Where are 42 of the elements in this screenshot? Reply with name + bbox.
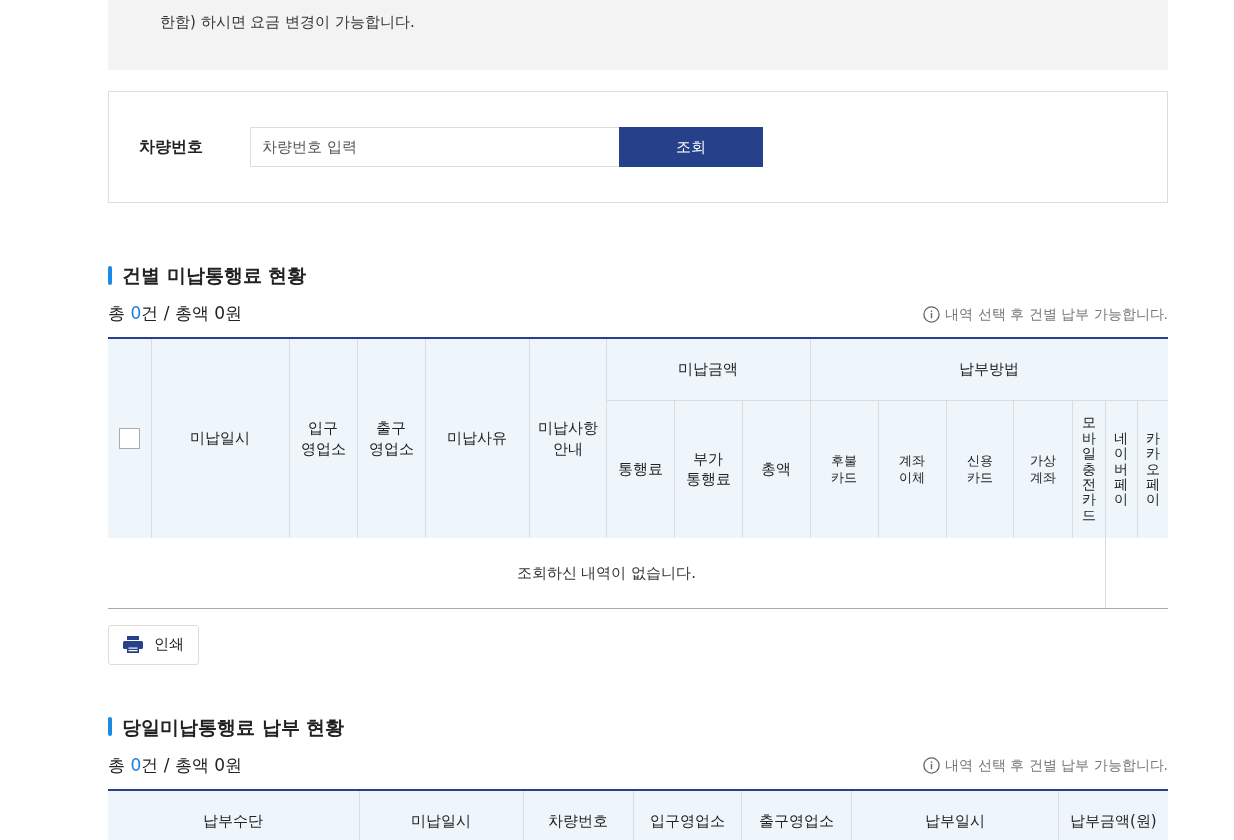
column-header: 미납사유 — [425, 338, 529, 538]
column-header: 미납일시 — [151, 338, 289, 538]
column-header: 신용 카드 — [946, 400, 1014, 538]
title-bar-icon — [108, 265, 112, 285]
column-header: 차량번호 — [523, 789, 633, 840]
column-header: 납부일시 — [851, 789, 1058, 840]
notice-text: 한함) 하시면 요금 변경이 가능합니다. — [160, 12, 416, 33]
column-header: 입구 영업소 — [289, 338, 357, 538]
column-header: 부가 통행료 — [674, 400, 742, 538]
column-header: 납부수단 — [108, 789, 359, 840]
hint-text: 내역 선택 후 건별 납부 가능합니다. — [945, 304, 1168, 324]
column-header: 입구영업소 — [633, 789, 741, 840]
column-header: 모바일충전카드 — [1072, 400, 1106, 538]
column-header: 통행료 — [606, 400, 674, 538]
printer-icon — [123, 636, 143, 653]
section-title: 당일미납통행료 납부 현황 — [122, 714, 345, 740]
section-title: 건별 미납통행료 현황 — [122, 263, 307, 288]
search-label: 차량번호 — [139, 136, 204, 158]
title-bar-icon — [108, 717, 112, 736]
column-header: 미납일시 — [359, 789, 523, 840]
column-header: 납부금액(원) — [1058, 789, 1168, 840]
info-icon — [923, 757, 941, 774]
plate-number-field[interactable]: 차량번호 입력 — [250, 127, 619, 167]
column-header: 미납사항 안내 — [529, 338, 606, 538]
hint-text: 내역 선택 후 건별 납부 가능합니다. — [945, 756, 1168, 775]
select-all-checkbox[interactable] — [118, 428, 140, 449]
print-button[interactable]: 인쇄 — [108, 624, 199, 665]
column-header: 계좌 이체 — [878, 400, 947, 538]
column-header: 출구 영업소 — [357, 338, 425, 538]
empty-message: 조회하신 내역이 없습니다. — [516, 563, 696, 582]
search-button[interactable]: 조회 — [619, 127, 763, 167]
column-header: 가상 계좌 — [1013, 400, 1073, 538]
column-header: 출구영업소 — [741, 789, 851, 840]
info-icon — [923, 305, 941, 323]
summary-text: 총 0건 / 총액 0원 — [108, 302, 242, 326]
column-group-header: 미납금액 — [606, 338, 811, 400]
column-group-header: 납부방법 — [810, 338, 1169, 400]
column-header: 네이버페이 — [1105, 400, 1138, 538]
summary-text: 총 0건 / 총액 0원 — [108, 753, 242, 777]
column-header: 후불 카드 — [810, 400, 879, 538]
column-header: 총액 — [742, 400, 811, 538]
column-header: 카카오페이 — [1137, 400, 1169, 538]
